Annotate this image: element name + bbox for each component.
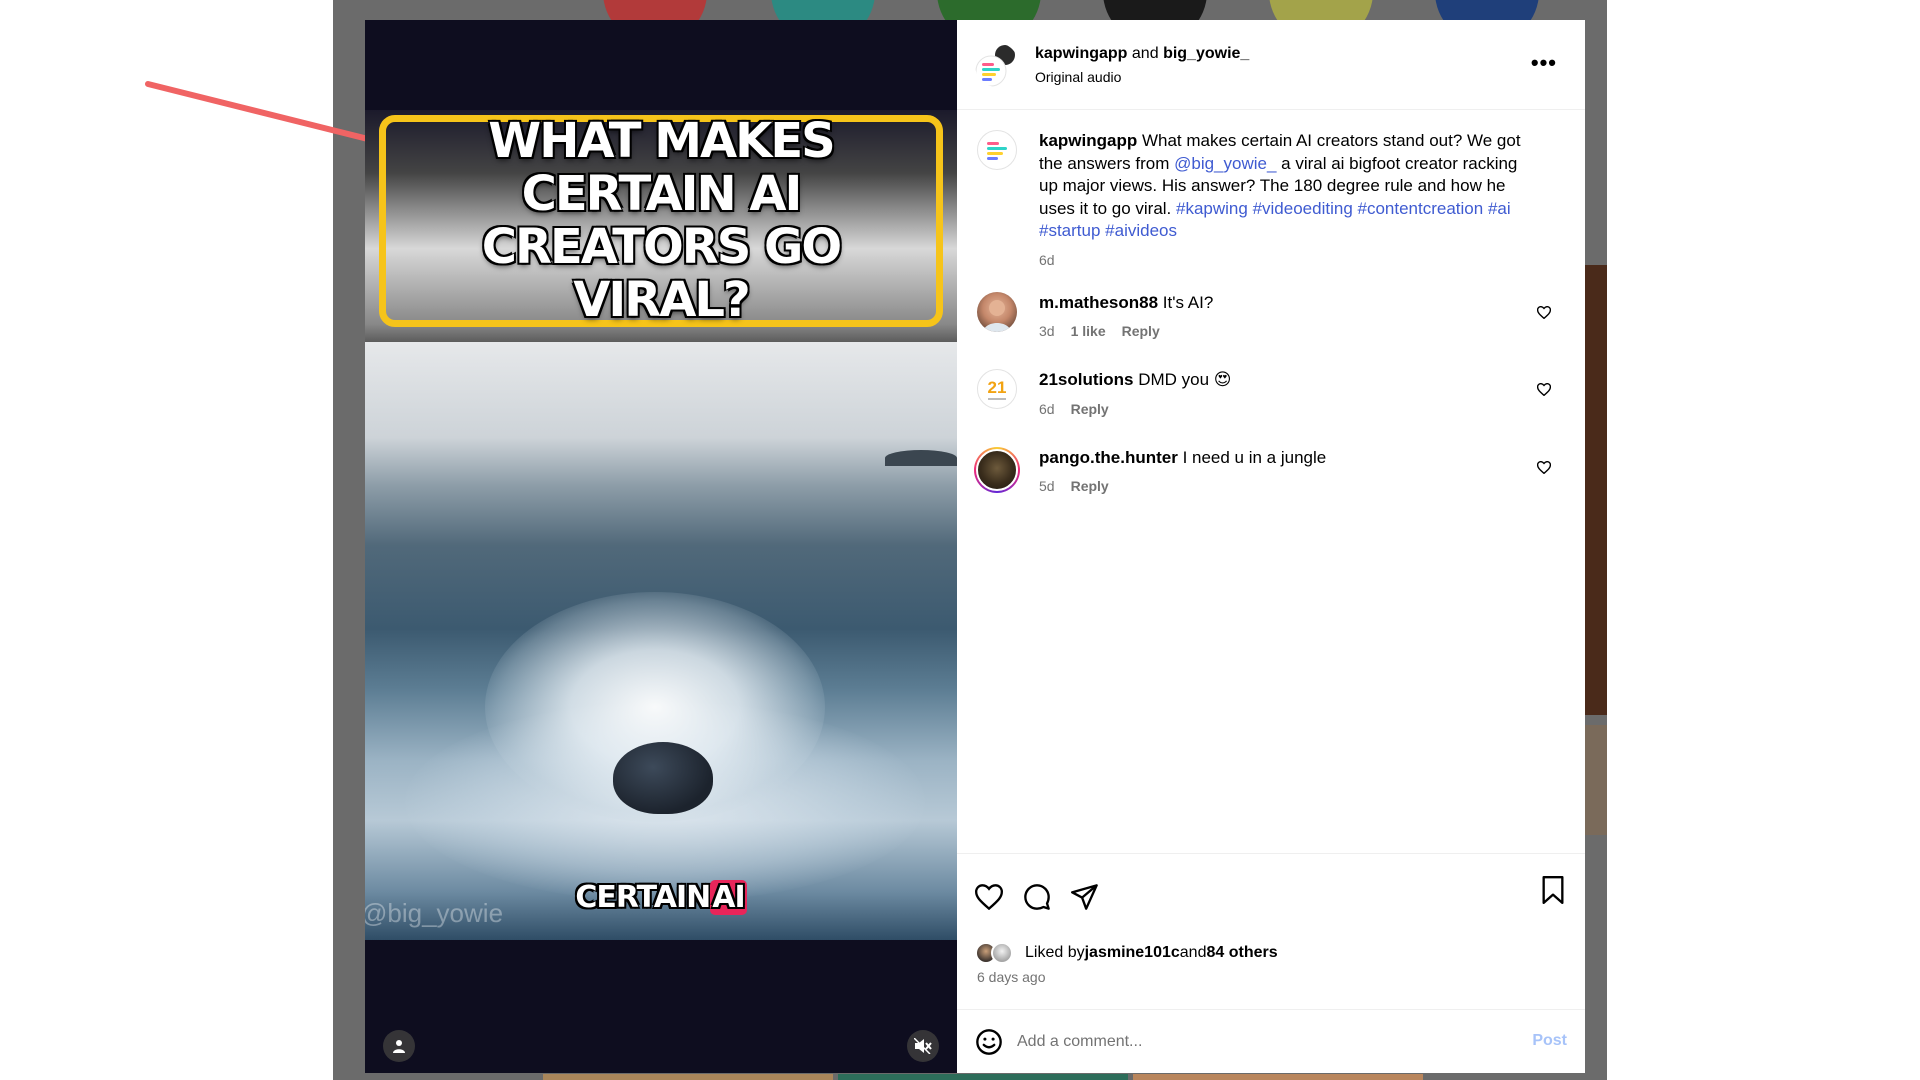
comment-meta: 6d Reply (1039, 401, 1539, 417)
user-icon (393, 1040, 405, 1053)
comment-text: pango.the.hunter I need u in a jungle (1039, 447, 1539, 470)
commenter-photo (976, 448, 1018, 491)
caption-time[interactable]: 6d (1039, 252, 1055, 268)
liker-user-link[interactable]: jasmine101c (1085, 944, 1180, 962)
comment-message: It's AI? (1162, 292, 1214, 312)
emoji-icon[interactable] (975, 1028, 1003, 1056)
reply-button[interactable]: Reply (1071, 478, 1109, 494)
tagged-users-button[interactable] (383, 1030, 415, 1062)
post-comment-button[interactable]: Post (1532, 1032, 1567, 1050)
comments-panel: kapwingapp and big_yowie_ Original audio… (957, 20, 1585, 1073)
person-photo-icon (983, 299, 1011, 332)
video-caption: CERTAINAI (365, 880, 957, 915)
comment-like-count[interactable]: 1 like (1071, 323, 1106, 339)
comment-time[interactable]: 3d (1039, 323, 1055, 339)
hashtag-link[interactable]: #contentcreation (1358, 199, 1484, 218)
heart-icon[interactable] (1537, 305, 1551, 319)
comment-input[interactable] (1017, 1032, 1497, 1051)
collab-avatar-icon (975, 44, 1015, 86)
author-connector: and (1131, 44, 1159, 62)
caption-item: kapwingapp What makes certain AI creator… (975, 130, 1567, 268)
comment-body: pango.the.hunter I need u in a jungle 5d… (1039, 447, 1539, 495)
solutions-logo-text: 21 (987, 377, 1007, 397)
comment-item: m.matheson88 It's AI? 3d 1 like Reply (975, 291, 1567, 340)
liker-avatars (975, 940, 1019, 966)
comment-text: m.matheson88 It's AI? (1039, 292, 1539, 315)
comment-message: I need u in a jungle (1182, 447, 1327, 467)
commenter-avatar[interactable] (977, 291, 1017, 332)
distant-rock (885, 450, 957, 466)
comment-user-link[interactable]: m.matheson88 (1039, 293, 1158, 312)
headline-box: WHAT MAKES CERTAIN AI CREATORS GO VIRAL? (379, 115, 943, 327)
comment-item: pango.the.hunter I need u in a jungle 5d… (974, 446, 1567, 495)
background-tile-bottom-1 (543, 1074, 833, 1080)
post-actions (957, 853, 1585, 939)
heart-icon[interactable] (1537, 460, 1551, 474)
comment-message: DMD you 😍 (1138, 370, 1232, 389)
background-tile-bottom-3 (1133, 1074, 1423, 1080)
liked-by-connector: and (1179, 944, 1207, 961)
comment-body: 21solutions DMD you 😍 6d Reply (1039, 369, 1539, 417)
likes-count-link[interactable]: 84 others (1206, 944, 1277, 962)
hashtag-link[interactable]: #startup (1039, 221, 1100, 240)
video-player[interactable]: WHAT MAKES CERTAIN AI CREATORS GO VIRAL?… (365, 20, 957, 1073)
liked-by-summary: Liked by jasmine101c and 84 others (957, 939, 1585, 967)
post-time-ago[interactable]: 6 days ago (957, 969, 1585, 1009)
bookmark-icon[interactable] (1541, 876, 1565, 904)
comment-meta: 5d Reply (1039, 478, 1539, 494)
hashtag-link[interactable]: #videoediting (1253, 199, 1353, 218)
hashtag-link[interactable]: #ai (1488, 199, 1511, 218)
author-link-primary[interactable]: kapwingapp (1035, 45, 1127, 62)
post-modal: WHAT MAKES CERTAIN AI CREATORS GO VIRAL?… (365, 20, 1585, 1073)
speaker-muted-icon (914, 1038, 932, 1054)
comment-user-link[interactable]: pango.the.hunter (1039, 448, 1178, 467)
comment-item: 21 21solutions DMD you 😍 6d Reply (975, 369, 1567, 417)
audio-link[interactable]: Original audio (1035, 69, 1249, 85)
kapwing-avatar[interactable] (977, 130, 1017, 170)
add-comment-bar: Post (957, 1009, 1585, 1073)
comment-meta: 3d 1 like Reply (1039, 323, 1539, 339)
comment-body: m.matheson88 It's AI? 3d 1 like Reply (1039, 292, 1539, 340)
hashtag-link[interactable]: #kapwing (1176, 199, 1248, 218)
caption-meta: 6d (1039, 252, 1539, 268)
caption-body: kapwingapp What makes certain AI creator… (1039, 130, 1539, 268)
comment-list: kapwingapp What makes certain AI creator… (957, 110, 1585, 853)
liked-by-prefix: Liked by (1025, 944, 1085, 961)
like-heart-icon[interactable] (975, 883, 1003, 910)
comment-time[interactable]: 5d (1039, 478, 1055, 494)
video-caption-highlight: AI (710, 880, 747, 915)
caption-user-link[interactable]: kapwingapp (1039, 131, 1137, 150)
seal-creature (613, 742, 713, 814)
caption-text: kapwingapp What makes certain AI creator… (1039, 130, 1539, 243)
mention-link[interactable]: @big_yowie_ (1174, 154, 1276, 173)
video-headline: WHAT MAKES CERTAIN AI CREATORS GO VIRAL? (481, 113, 842, 328)
reply-button[interactable]: Reply (1071, 401, 1109, 417)
background-tile-right (1585, 265, 1607, 715)
ocean-scene: @big_yowie CERTAINAI (365, 342, 957, 940)
comment-user-link[interactable]: 21solutions (1039, 370, 1133, 389)
post-authors: kapwingapp and big_yowie_ Original audio (1035, 45, 1249, 85)
author-link-secondary[interactable]: big_yowie_ (1163, 45, 1249, 62)
post-header: kapwingapp and big_yowie_ Original audio… (957, 20, 1585, 110)
heart-icon[interactable] (1537, 383, 1551, 396)
video-caption-word: CERTAIN (575, 880, 711, 915)
liker-avatar[interactable] (991, 942, 1013, 964)
commenter-avatar[interactable] (974, 446, 1020, 493)
background-tile-bottom-2 (838, 1074, 1128, 1080)
background-tile-right-2 (1585, 725, 1607, 835)
collab-avatar[interactable] (975, 43, 1019, 87)
share-send-icon[interactable] (1071, 883, 1099, 910)
solutions-logo-subline (988, 397, 1006, 400)
comment-time[interactable]: 6d (1039, 401, 1055, 417)
kapwing-logo-icon (987, 142, 1007, 160)
comment-text: 21solutions DMD you 😍 (1039, 369, 1539, 392)
comment-bubble-icon[interactable] (1023, 883, 1051, 911)
mute-button[interactable] (907, 1030, 939, 1062)
reply-button[interactable]: Reply (1122, 323, 1160, 339)
hashtag-link[interactable]: #aivideos (1105, 221, 1177, 240)
commenter-avatar[interactable]: 21 (977, 369, 1017, 409)
more-options-button[interactable]: ••• (1531, 50, 1557, 76)
